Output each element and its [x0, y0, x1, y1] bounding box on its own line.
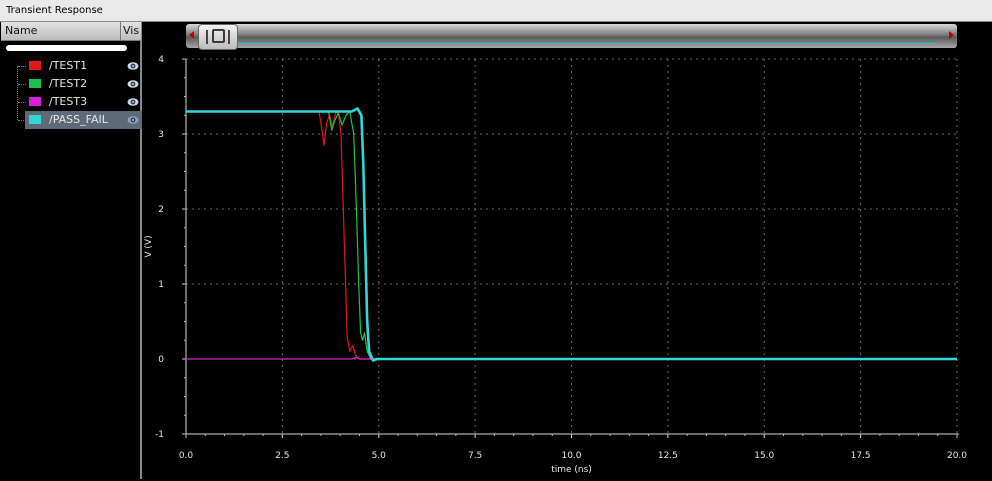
signal-label: /TEST1 [49, 59, 88, 72]
signal-item-test1[interactable]: /TEST1 [1, 57, 141, 75]
signal-item-test2[interactable]: /TEST2 [1, 75, 141, 93]
scroll-left-arrow-icon[interactable] [189, 31, 194, 39]
column-header-vis[interactable]: Vis [123, 24, 139, 37]
signal-color-swatch [29, 79, 41, 88]
signal-color-swatch [29, 115, 41, 124]
signal-color-swatch [29, 97, 41, 106]
overview-trace [238, 43, 935, 44]
column-divider[interactable] [120, 22, 121, 40]
signal-label: /PASS_FAIL [49, 113, 108, 126]
visibility-eye-icon[interactable] [127, 79, 139, 89]
window-title-bar: Transient Response [0, 0, 992, 22]
signal-list-hscroll[interactable] [6, 45, 127, 51]
grip-icon [212, 29, 225, 43]
signal-list-header: Name Vis [1, 22, 141, 41]
visibility-eye-icon[interactable] [127, 61, 139, 71]
signal-browser: Name Vis /TEST1 /TEST2 /TEST3 /PASS_FAIL [1, 22, 142, 479]
signal-color-swatch [29, 61, 41, 70]
visibility-eye-icon[interactable] [127, 97, 139, 107]
visibility-eye-icon[interactable] [127, 115, 139, 125]
window-frame [1, 22, 991, 480]
signal-label: /TEST2 [49, 77, 88, 90]
scrollbar-thumb[interactable] [198, 24, 238, 50]
signal-item-test3[interactable]: /TEST3 [1, 93, 141, 111]
signal-label: /TEST3 [49, 95, 88, 108]
scroll-right-arrow-icon[interactable] [949, 31, 954, 39]
signal-item-pass-fail[interactable]: /PASS_FAIL [1, 111, 142, 129]
window-title: Transient Response [6, 5, 103, 16]
time-overview-scrollbar[interactable] [186, 24, 957, 50]
column-header-name[interactable]: Name [5, 24, 37, 37]
